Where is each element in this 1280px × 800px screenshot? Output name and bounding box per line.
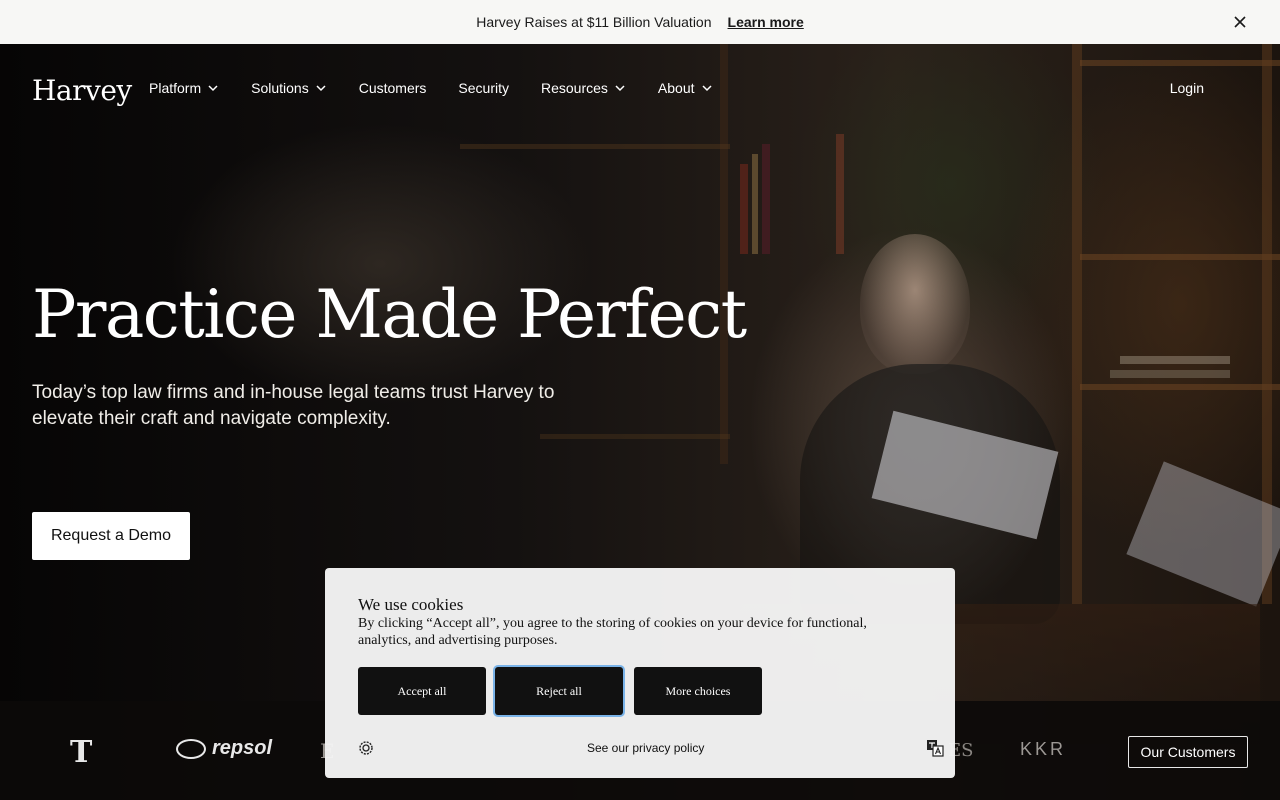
reject-all-button[interactable]: Reject all <box>495 667 623 715</box>
bookshelf-shelf <box>540 434 730 439</box>
bookshelf-shelf <box>460 144 730 149</box>
hero-headline: Practice Made Perfect <box>32 276 747 353</box>
nav-item-label: Solutions <box>251 80 309 96</box>
nav-item-platform[interactable]: Platform <box>149 80 219 96</box>
bookshelf-shelf <box>1080 254 1280 260</box>
our-customers-button[interactable]: Our Customers <box>1128 736 1248 768</box>
translate-icon[interactable] <box>926 739 944 757</box>
chevron-down-icon <box>701 85 712 92</box>
nav-item-label: Customers <box>358 80 427 96</box>
announcement-text: Harvey Raises at $11 Billion Valuation <box>476 14 712 30</box>
book <box>762 144 770 254</box>
harvey-logo[interactable]: Harvey <box>32 74 132 107</box>
close-icon[interactable] <box>1230 12 1250 32</box>
login-link[interactable]: Login <box>1170 80 1204 96</box>
nav-item-label: Resources <box>540 80 608 96</box>
chevron-down-icon <box>208 85 218 92</box>
nav-item-security[interactable]: Security <box>458 80 509 96</box>
book-stack <box>1110 370 1230 378</box>
repsol-logo-text: repsol <box>212 737 273 759</box>
nav-item-resources[interactable]: Resources <box>541 80 626 96</box>
person-head <box>860 234 970 374</box>
announcement-bar: Harvey Raises at $11 Billion Valuation L… <box>0 0 1280 44</box>
nav-item-label: About <box>657 80 695 96</box>
cookie-title: We use cookies <box>358 595 464 614</box>
nav-item-about[interactable]: About <box>658 80 713 96</box>
chevron-down-icon <box>615 85 625 92</box>
accept-all-button[interactable]: Accept all <box>358 667 486 715</box>
chevron-down-icon <box>316 85 326 92</box>
learn-more-link[interactable]: Learn more <box>728 14 804 30</box>
cookie-consent-dialog: We use cookies By clicking “Accept all”,… <box>325 568 955 778</box>
cookie-settings-icon[interactable] <box>358 740 374 756</box>
book <box>836 134 844 254</box>
nav-item-customers[interactable]: Customers <box>359 80 427 96</box>
request-demo-button[interactable]: Request a Demo <box>32 512 190 560</box>
nav-item-label: Platform <box>149 80 202 96</box>
nav-item-solutions[interactable]: Solutions <box>251 80 327 96</box>
repsol-ring-icon <box>176 738 206 759</box>
kkr-logo: KKR <box>1020 739 1067 759</box>
nav-item-label: Security <box>458 80 509 96</box>
cookie-body: By clicking “Accept all”, you agree to t… <box>358 616 867 648</box>
t-mobile-logo: T <box>70 735 93 770</box>
book-stack <box>1120 356 1230 364</box>
bookshelf-shelf <box>1080 384 1280 390</box>
paper-document <box>1126 461 1280 607</box>
repsol-logo: repsol <box>176 737 272 760</box>
privacy-policy-link[interactable]: See our privacy policy <box>587 741 704 755</box>
book <box>752 154 758 254</box>
book <box>740 164 748 254</box>
main-nav: Harvey Platform Solutions Customers Secu… <box>0 44 1280 134</box>
nav-menu: Platform Solutions Customers Security Re… <box>149 80 745 96</box>
hero-subhead: Today’s top law firms and in-house legal… <box>32 382 555 429</box>
more-choices-button[interactable]: More choices <box>634 667 762 715</box>
